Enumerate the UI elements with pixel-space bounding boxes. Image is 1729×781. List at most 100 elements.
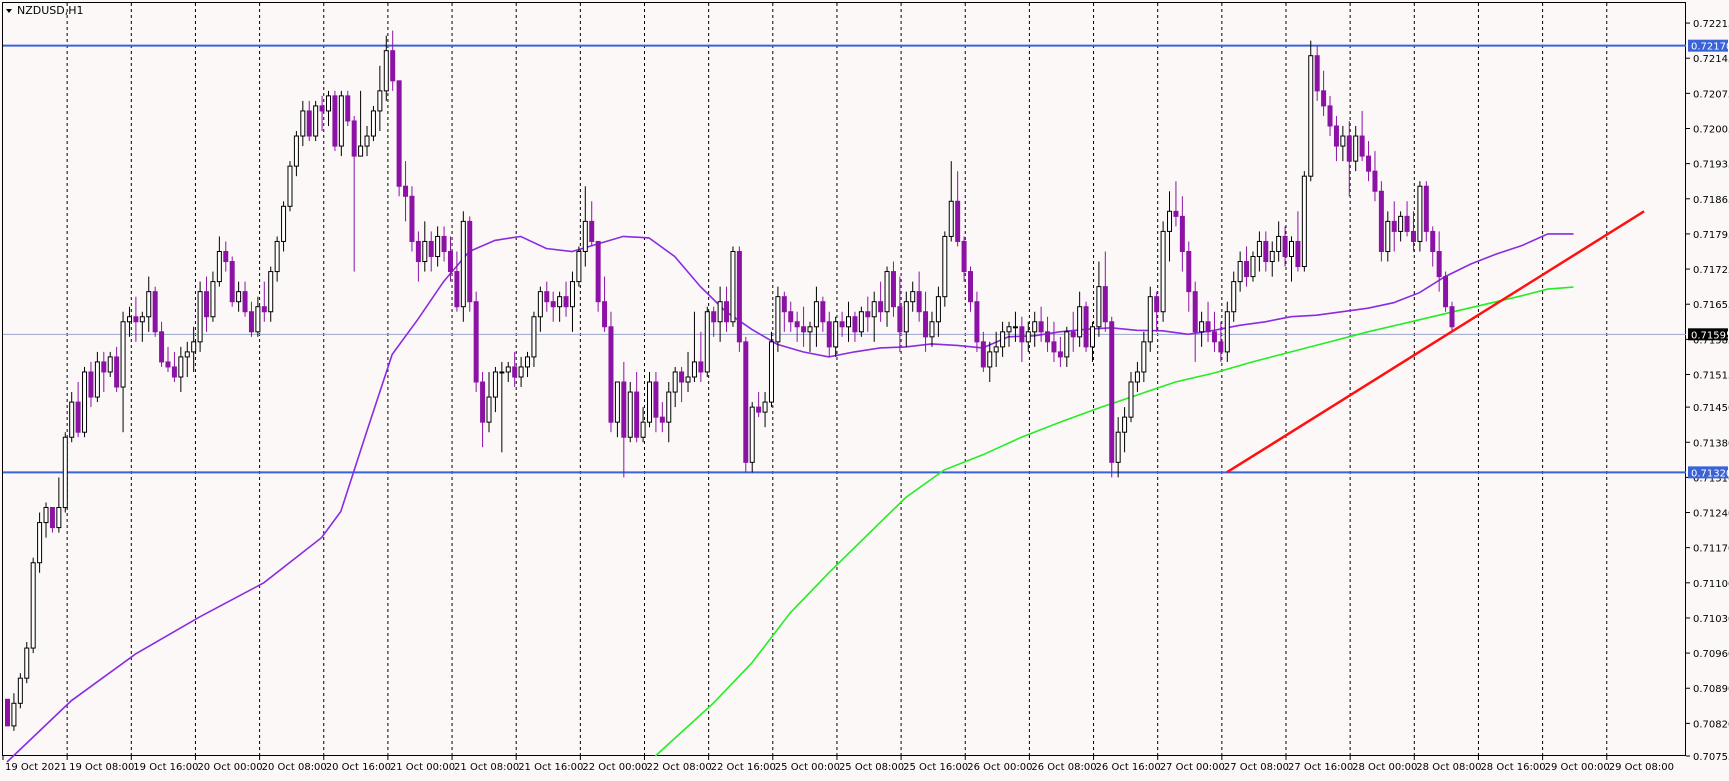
candle-body bbox=[197, 291, 203, 343]
current-tag-label: 0.71595 bbox=[1691, 330, 1729, 341]
candle-body bbox=[88, 371, 94, 398]
symbol-header[interactable]: NZDUSD,H1 bbox=[6, 4, 84, 17]
candle-body bbox=[1333, 125, 1339, 147]
candle-body bbox=[216, 250, 222, 283]
candle-body bbox=[1160, 230, 1166, 313]
candle-body bbox=[1045, 331, 1051, 343]
candle-body bbox=[807, 326, 813, 333]
x-tick-label: 26 Oct 00:00 bbox=[967, 762, 1032, 773]
candle-body bbox=[1321, 90, 1327, 107]
candle-body bbox=[1128, 381, 1134, 418]
candle-body bbox=[1289, 240, 1294, 258]
candle-body bbox=[569, 281, 575, 308]
candle-body bbox=[1423, 185, 1429, 232]
candle-body bbox=[698, 361, 704, 373]
candle-body bbox=[1372, 170, 1378, 192]
candle-body bbox=[788, 311, 794, 323]
x-tick-label: 25 Oct 16:00 bbox=[903, 762, 968, 773]
candle-body bbox=[1154, 296, 1160, 313]
candle-body bbox=[447, 250, 453, 273]
candle-body bbox=[1173, 210, 1179, 217]
candle-body bbox=[512, 366, 518, 378]
candle-body bbox=[5, 698, 10, 727]
x-tick-label: 28 Oct 16:00 bbox=[1480, 762, 1545, 773]
candle-body bbox=[890, 271, 896, 308]
candle-body bbox=[903, 301, 909, 333]
y-tick-label: 0.71935 bbox=[1693, 160, 1729, 171]
candle-body bbox=[544, 291, 550, 303]
candle-body bbox=[768, 341, 774, 403]
x-tick-label: 26 Oct 16:00 bbox=[1096, 762, 1161, 773]
candle-body bbox=[120, 321, 126, 388]
level-tag-label: 0.71320 bbox=[1691, 468, 1729, 479]
candle-body bbox=[499, 371, 505, 374]
candle-body bbox=[191, 341, 197, 353]
candle-body bbox=[1192, 291, 1198, 333]
candle-body bbox=[441, 235, 447, 252]
x-tick-label: 22 Oct 00:00 bbox=[582, 762, 647, 773]
candle-body bbox=[820, 301, 826, 323]
x-tick-label: 29 Oct 00:00 bbox=[1545, 762, 1610, 773]
candle-body bbox=[1186, 250, 1192, 293]
candle-body bbox=[711, 311, 717, 323]
x-tick-label: 19 Oct 2021 bbox=[5, 762, 67, 773]
candle-body bbox=[801, 326, 807, 333]
candle-body bbox=[1417, 185, 1423, 242]
x-tick-label: 22 Oct 16:00 bbox=[711, 762, 776, 773]
x-tick-label: 25 Oct 08:00 bbox=[839, 762, 904, 773]
candle-body bbox=[1436, 250, 1442, 278]
candle-body bbox=[659, 416, 665, 423]
y-tick-label: 0.72215 bbox=[1693, 19, 1729, 30]
candle-body bbox=[704, 311, 710, 373]
candle-body bbox=[955, 200, 961, 242]
candle-body bbox=[614, 381, 620, 423]
y-tick-label: 0.72075 bbox=[1693, 89, 1729, 100]
x-tick-label: 19 Oct 16:00 bbox=[133, 762, 198, 773]
y-tick-label: 0.71515 bbox=[1693, 370, 1729, 381]
current-price-tag: 0.71595 bbox=[1688, 328, 1729, 341]
candle-body bbox=[146, 291, 152, 318]
x-tick-label: 19 Oct 08:00 bbox=[69, 762, 134, 773]
candle-body bbox=[858, 311, 864, 333]
x-tick-label: 25 Oct 00:00 bbox=[775, 762, 840, 773]
candle-body bbox=[1250, 256, 1256, 278]
candle-body bbox=[422, 240, 428, 263]
candle-body bbox=[101, 361, 107, 373]
candle-body bbox=[1385, 220, 1391, 252]
candle-body bbox=[621, 381, 627, 438]
candle-body bbox=[557, 296, 563, 308]
candle-body bbox=[1070, 331, 1076, 338]
candlestick-chart[interactable]: 0.72215 0.72145 0.72075 0.72005 0.71935 0.718… bbox=[0, 0, 1729, 781]
candle-body bbox=[1205, 321, 1211, 333]
candle-body bbox=[916, 291, 922, 313]
candle-body bbox=[679, 371, 685, 383]
candle-body bbox=[268, 271, 274, 313]
x-tick-label: 27 Oct 08:00 bbox=[1224, 762, 1289, 773]
candle-body bbox=[1353, 135, 1359, 162]
y-tick-label: 0.71170 bbox=[1693, 544, 1729, 555]
candle-body bbox=[396, 80, 402, 187]
candle-body bbox=[563, 296, 569, 308]
candle-body bbox=[968, 271, 973, 303]
candle-body bbox=[647, 381, 652, 423]
candle-body bbox=[518, 366, 524, 378]
candle-body bbox=[377, 90, 383, 112]
candle-body bbox=[43, 507, 49, 524]
x-tick-label: 29 Oct 08:00 bbox=[1609, 762, 1674, 773]
candle-body bbox=[1301, 175, 1307, 268]
candle-body bbox=[852, 316, 858, 333]
x-tick-label: 28 Oct 00:00 bbox=[1352, 762, 1417, 773]
candle-body bbox=[813, 301, 819, 328]
candle-body bbox=[505, 366, 511, 373]
candle-body bbox=[287, 165, 293, 207]
candle-body bbox=[1147, 296, 1153, 343]
candle-body bbox=[370, 110, 376, 137]
candle-body bbox=[56, 507, 62, 529]
candle-body bbox=[1366, 155, 1372, 172]
candle-body bbox=[826, 321, 832, 348]
candle-body bbox=[1327, 105, 1333, 127]
candle-body bbox=[1115, 431, 1121, 463]
candle-body bbox=[319, 105, 325, 112]
candle-body bbox=[133, 316, 139, 323]
candle-body bbox=[595, 240, 601, 303]
